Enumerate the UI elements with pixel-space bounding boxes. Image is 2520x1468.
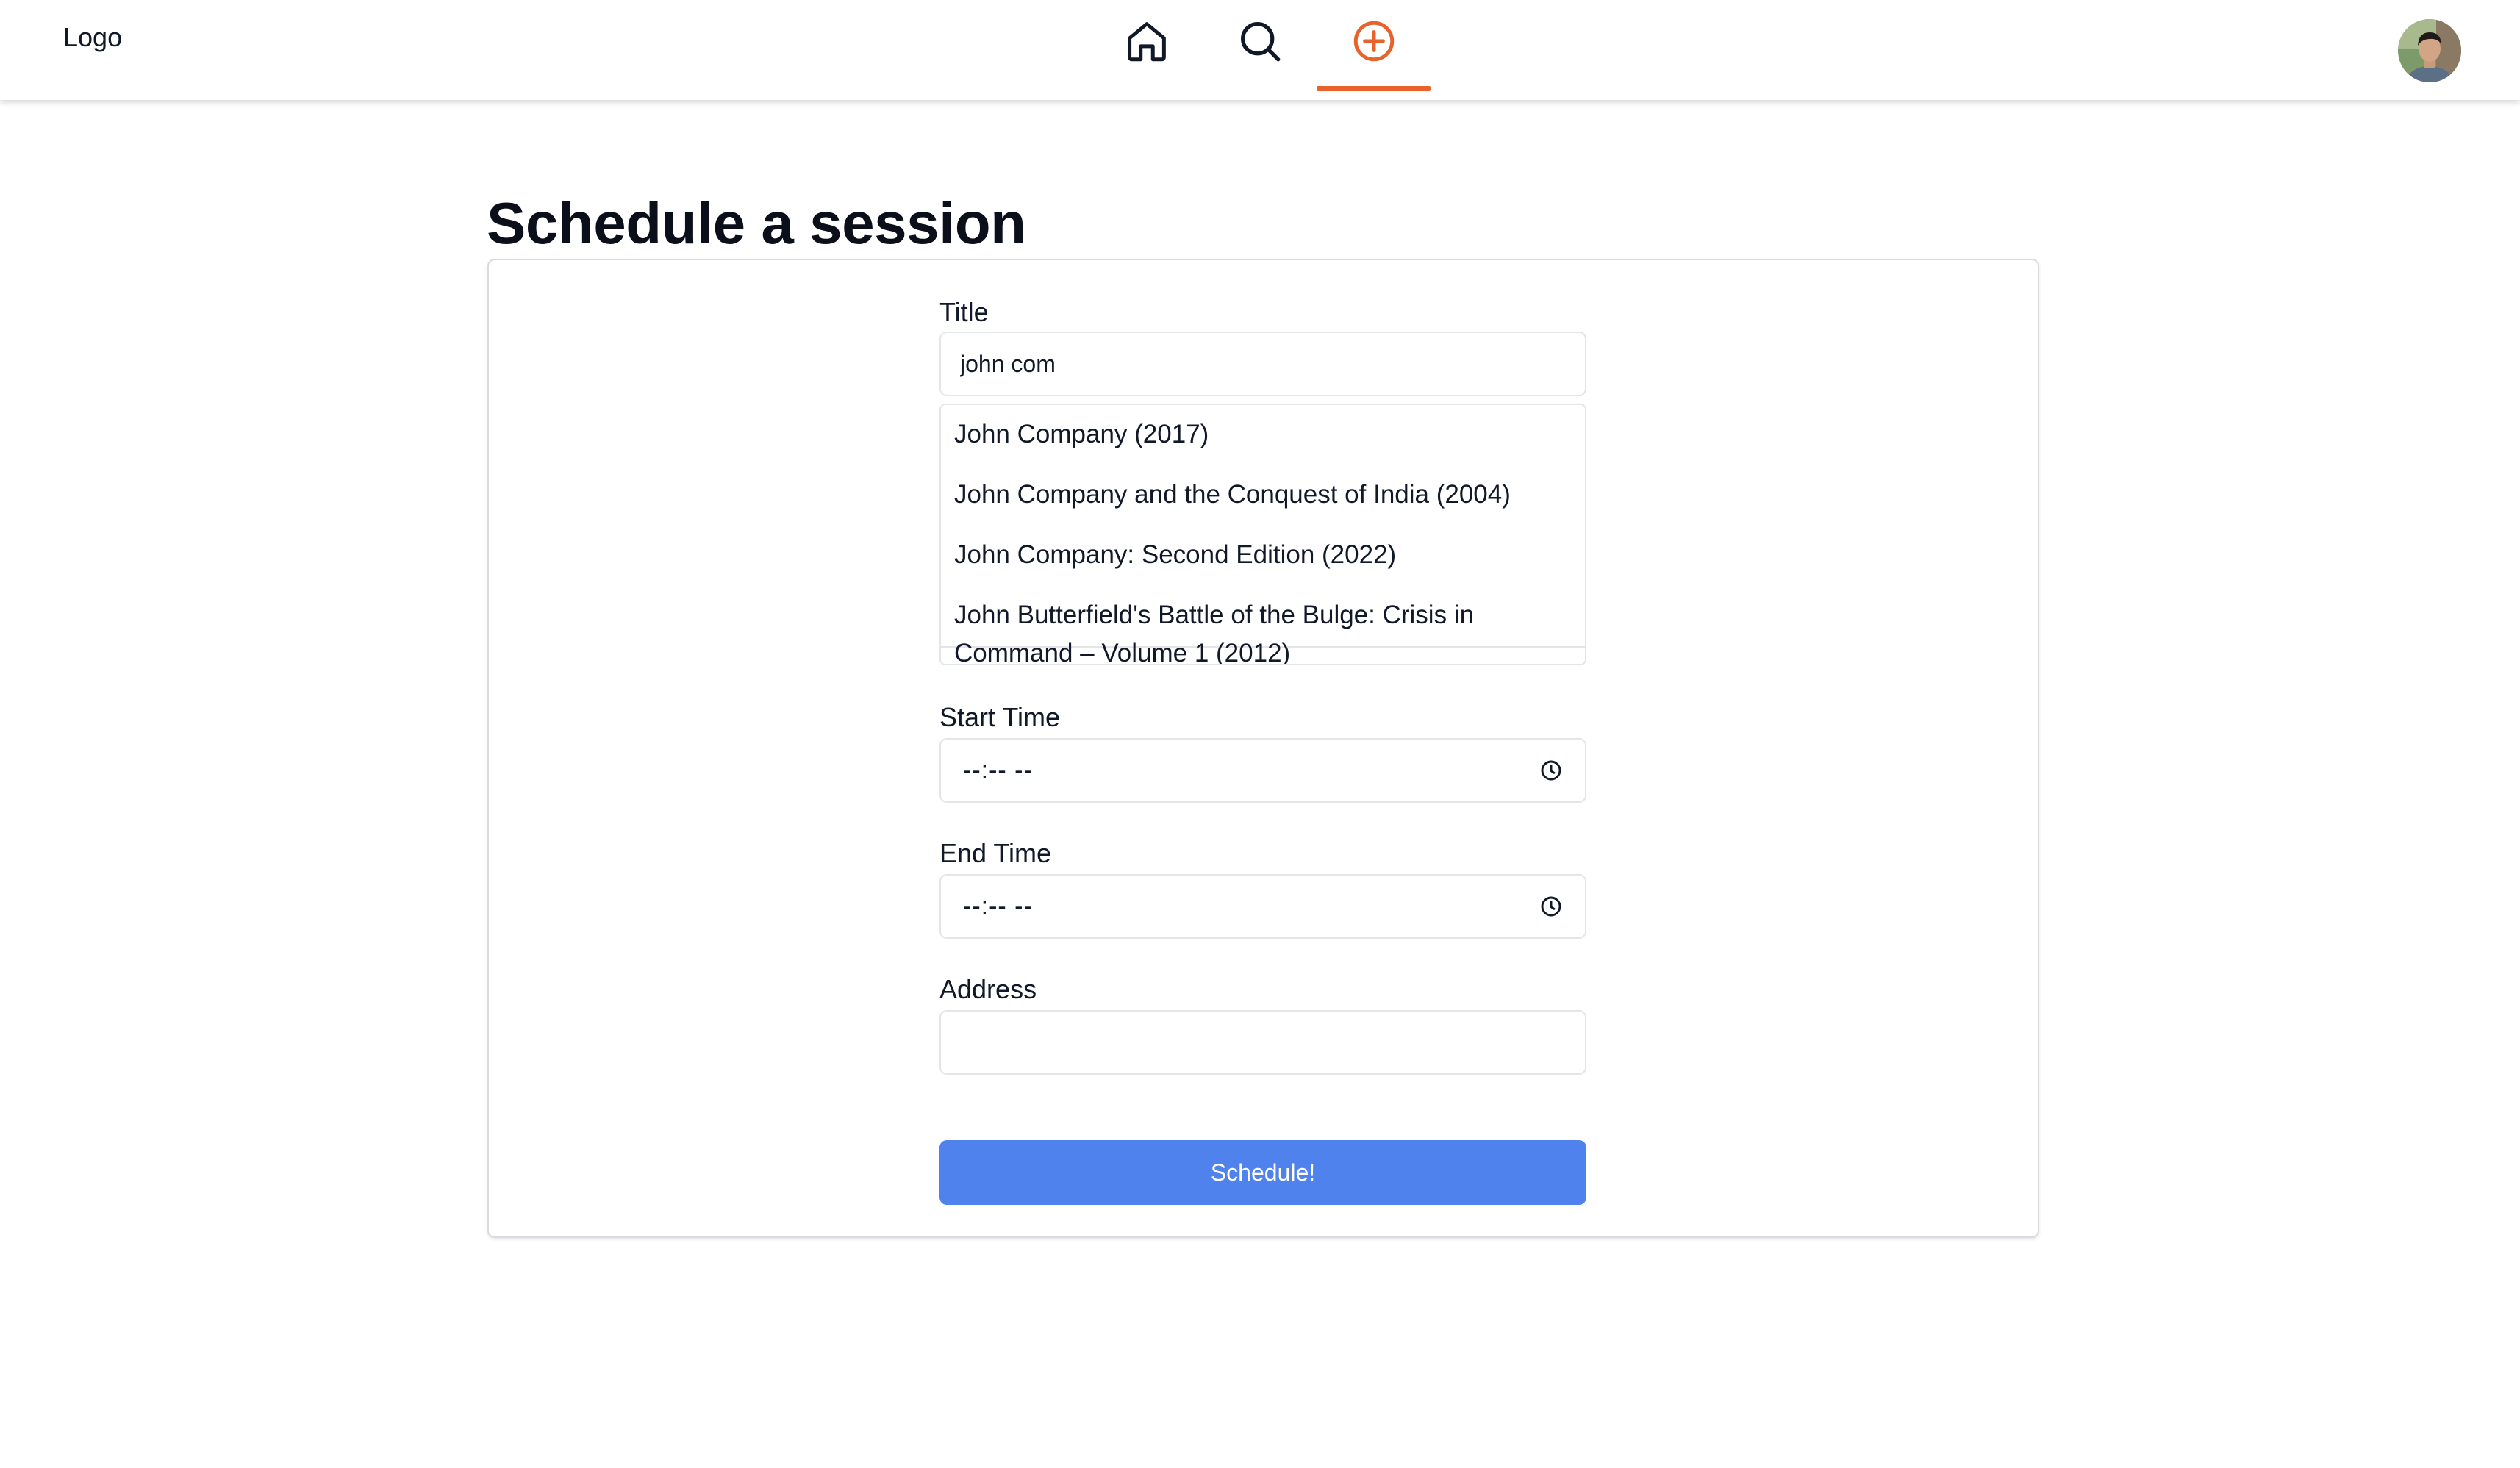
home-icon — [1123, 21, 1171, 69]
end-time-value: --:-- -- — [963, 892, 1033, 920]
start-time-label: Start Time — [939, 702, 1061, 732]
plus-circle-icon — [1350, 21, 1398, 69]
end-time-label: End Time — [939, 838, 1052, 868]
user-avatar[interactable] — [2398, 19, 2461, 82]
clock-icon[interactable] — [1539, 759, 1563, 782]
address-input[interactable] — [939, 1010, 1586, 1075]
page-title: Schedule a session — [487, 190, 1026, 256]
start-time-input[interactable]: --:-- -- — [939, 738, 1586, 803]
schedule-button[interactable]: Schedule! — [939, 1140, 1586, 1205]
title-suggestions-list: John Company (2017) John Company and the… — [939, 404, 1586, 665]
top-navbar: Logo — [0, 0, 2520, 100]
title-input[interactable] — [939, 332, 1586, 396]
schedule-form-card: Title John Company (2017) John Company a… — [487, 259, 2039, 1238]
suggestion-item[interactable]: John Company (2017) — [941, 411, 1585, 458]
suggestions-scroll-area[interactable]: John Company (2017) John Company and the… — [941, 405, 1585, 664]
suggestion-item[interactable]: John Butterfield's Battle of the Bulge: … — [941, 592, 1585, 664]
nav-home-button[interactable] — [1089, 0, 1203, 94]
start-time-value: --:-- -- — [963, 756, 1033, 784]
address-label: Address — [939, 974, 1037, 1004]
title-label: Title — [939, 297, 989, 327]
nav-add-session-button[interactable] — [1317, 0, 1431, 94]
suggestion-item[interactable]: John Company: Second Edition (2022) — [941, 531, 1585, 579]
search-icon — [1236, 21, 1284, 69]
nav-search-button[interactable] — [1203, 0, 1317, 94]
clock-icon[interactable] — [1539, 895, 1563, 918]
logo[interactable]: Logo — [63, 22, 122, 53]
active-tab-indicator — [1317, 86, 1431, 91]
end-time-input[interactable]: --:-- -- — [939, 874, 1586, 939]
suggestion-item[interactable]: John Company and the Conquest of India (… — [941, 471, 1585, 518]
